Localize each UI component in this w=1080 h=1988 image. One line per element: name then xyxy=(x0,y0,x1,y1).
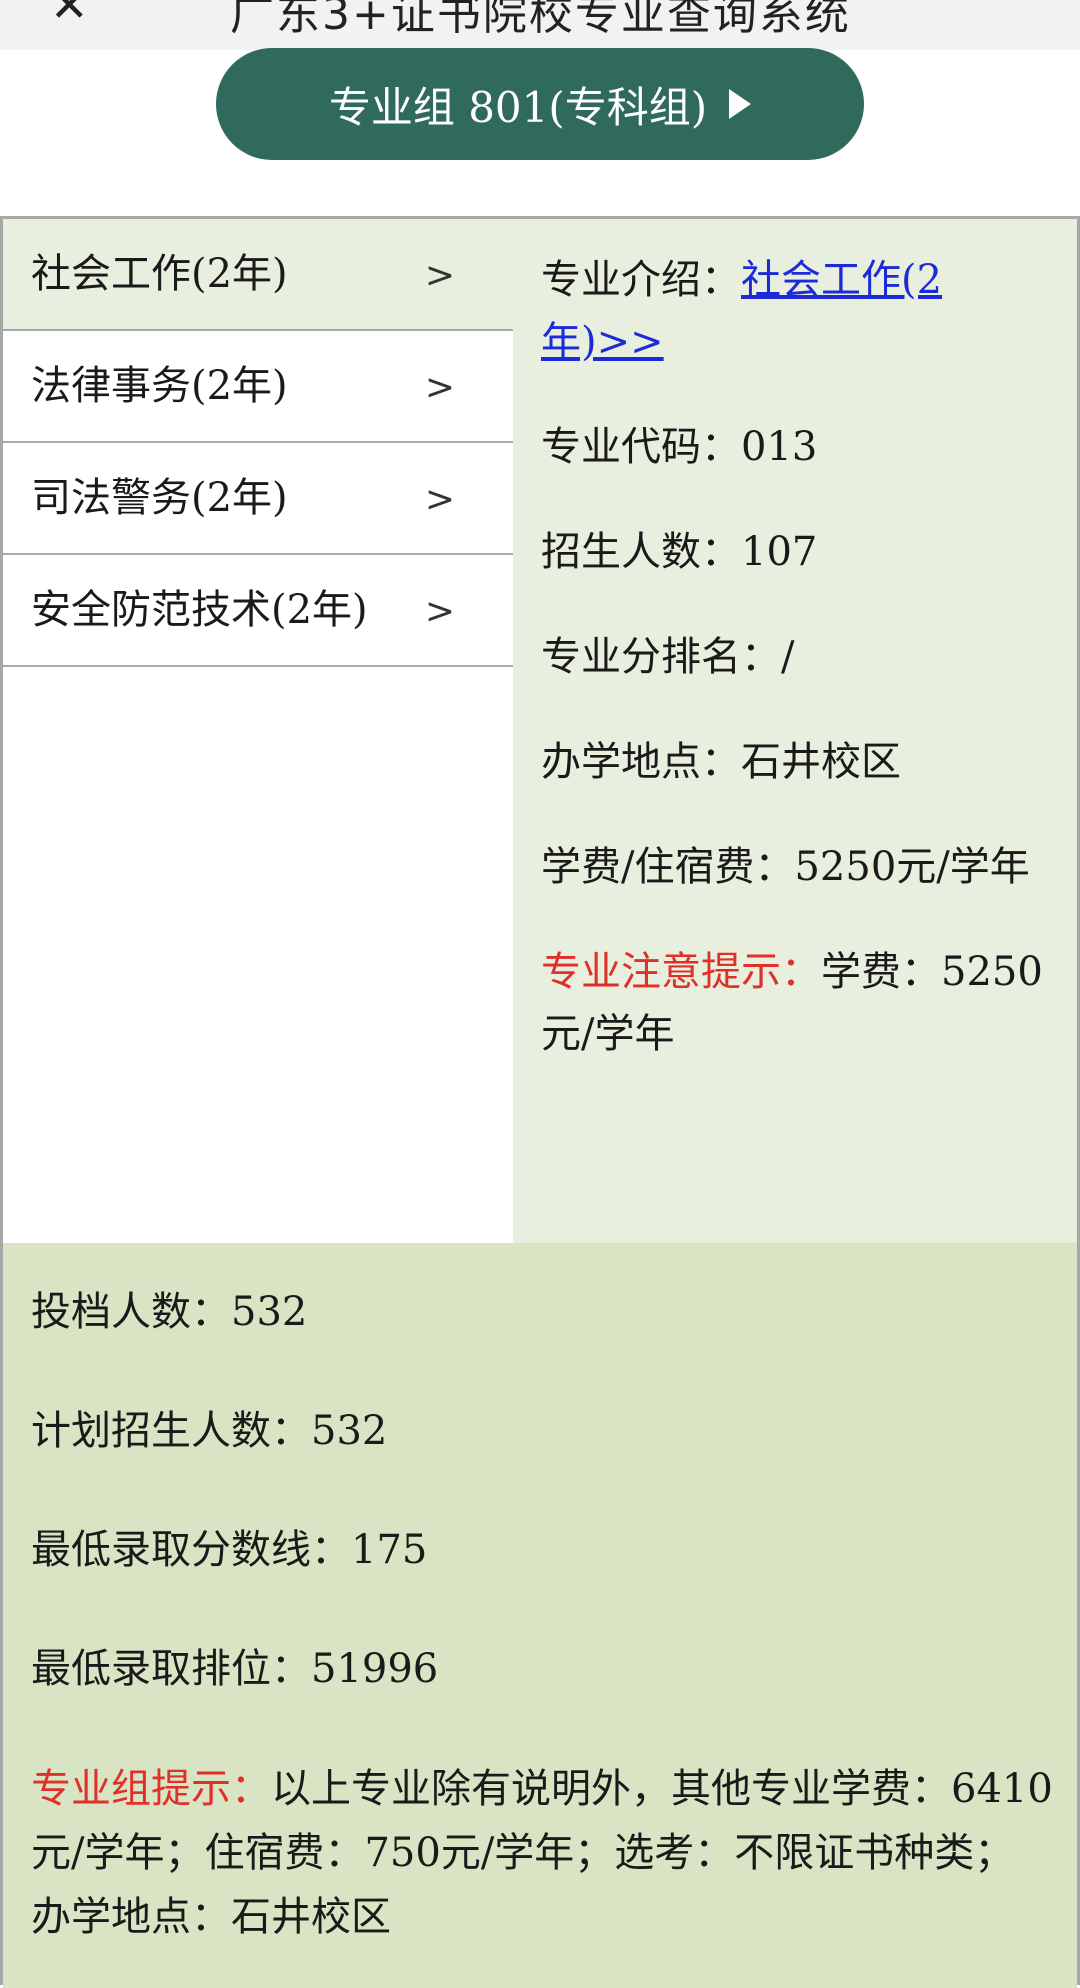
detail-code: 专业代码：013 xyxy=(541,416,1057,478)
stat-filed: 投档人数：532 xyxy=(31,1281,1053,1343)
major-group-button[interactable]: 专业组 801(专科组) xyxy=(216,48,864,160)
min-rank-value: 51996 xyxy=(311,1646,439,1692)
chevron-right-icon: > xyxy=(424,367,455,408)
min-score-value: 175 xyxy=(351,1527,428,1573)
enroll-label: 招生人数： xyxy=(541,529,741,575)
page-title: 广东3+证书院校专业查询系统 xyxy=(230,0,851,40)
location-label: 办学地点： xyxy=(541,739,741,785)
code-label: 专业代码： xyxy=(541,424,741,470)
code-value: 013 xyxy=(741,424,818,470)
major-item-social-work[interactable]: 社会工作(2年) > xyxy=(3,219,513,331)
detail-intro: 专业介绍：社会工作(2年)>> xyxy=(541,249,1057,373)
major-item-label: 司法警务(2年) xyxy=(31,475,288,521)
min-rank-label: 最低录取排位： xyxy=(31,1646,311,1692)
rank-value: / xyxy=(781,634,795,680)
rank-label: 专业分排名： xyxy=(541,634,781,680)
fee-value: 5250元/学年 xyxy=(794,844,1030,890)
chevron-right-icon: > xyxy=(424,591,455,632)
play-icon xyxy=(729,89,752,119)
detail-fee: 学费/住宿费：5250元/学年 xyxy=(541,836,1057,898)
major-panel: 社会工作(2年) > 法律事务(2年) > 司法警务(2年) > 安全防范技术(… xyxy=(0,216,1080,1988)
major-list: 社会工作(2年) > 法律事务(2年) > 司法警务(2年) > 安全防范技术(… xyxy=(3,219,513,1243)
detail-notice: 专业注意提示：学费：5250元/学年 xyxy=(541,941,1057,1065)
major-item-judicial-police[interactable]: 司法警务(2年) > xyxy=(3,443,513,555)
fee-label: 学费/住宿费： xyxy=(541,844,795,890)
group-note: 专业组提示：以上专业除有说明外，其他专业学费：6410元/学年；住宿费：750元… xyxy=(31,1757,1053,1949)
detail-rank: 专业分排名：/ xyxy=(541,626,1057,688)
group-note-label: 专业组提示： xyxy=(31,1766,271,1812)
detail-enroll: 招生人数：107 xyxy=(541,521,1057,583)
filed-value: 532 xyxy=(231,1289,308,1335)
top-bar: ✕ 广东3+证书院校专业查询系统 xyxy=(0,0,1080,50)
group-stats: 投档人数：532 计划招生人数：532 最低录取分数线：175 最低录取排位：5… xyxy=(3,1243,1077,1988)
filed-label: 投档人数： xyxy=(31,1289,231,1335)
intro-label: 专业介绍： xyxy=(541,257,741,303)
notice-label: 专业注意提示： xyxy=(541,949,821,995)
stat-min-score: 最低录取分数线：175 xyxy=(31,1519,1053,1581)
major-item-label: 法律事务(2年) xyxy=(31,363,288,409)
major-detail: 专业介绍：社会工作(2年)>> 专业代码：013 招生人数：107 专业分排名：… xyxy=(513,219,1077,1243)
major-item-label: 安全防范技术(2年) xyxy=(31,587,368,633)
plan-label: 计划招生人数： xyxy=(31,1408,311,1454)
min-score-label: 最低录取分数线： xyxy=(31,1527,351,1573)
stat-min-rank: 最低录取排位：51996 xyxy=(31,1638,1053,1700)
plan-value: 532 xyxy=(311,1408,388,1454)
major-group-label: 专业组 801(专科组) xyxy=(328,82,708,132)
chevron-right-icon: > xyxy=(424,255,455,296)
major-item-label: 社会工作(2年) xyxy=(31,251,288,297)
chevron-right-icon: > xyxy=(424,479,455,520)
detail-location: 办学地点：石井校区 xyxy=(541,731,1057,793)
enroll-value: 107 xyxy=(741,529,818,575)
major-item-security-tech[interactable]: 安全防范技术(2年) > xyxy=(3,555,513,667)
major-item-legal-affairs[interactable]: 法律事务(2年) > xyxy=(3,331,513,443)
stat-plan: 计划招生人数：532 xyxy=(31,1400,1053,1462)
location-value: 石井校区 xyxy=(741,739,901,785)
close-icon[interactable]: ✕ xyxy=(50,0,89,32)
